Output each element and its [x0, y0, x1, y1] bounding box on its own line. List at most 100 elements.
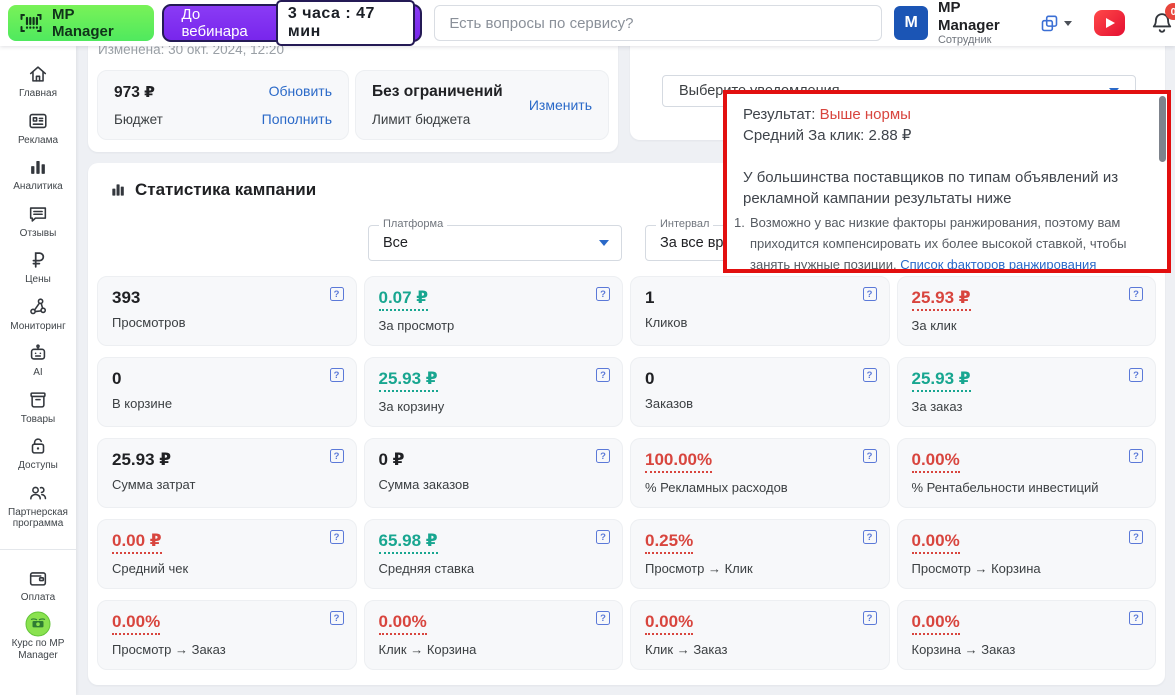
webinar-banner[interactable]: До вебинара 3 часа : 47 мин [162, 4, 423, 42]
chevron-down-icon [599, 240, 609, 246]
ruble-icon [27, 248, 49, 272]
stat-value[interactable]: 65.98 ₽ [379, 531, 438, 554]
service-question-input[interactable] [434, 5, 882, 41]
stat-value[interactable]: 0.25% [645, 531, 693, 554]
budget-card: 973 ₽ Бюджет Обновить Пополнить [97, 70, 349, 140]
stat-value: 0 [112, 369, 121, 389]
help-icon[interactable]: ? [330, 449, 344, 463]
stat-value[interactable]: 25.93 ₽ [912, 288, 971, 311]
stat-label: Просмотр → Заказ [112, 642, 342, 657]
app-logo[interactable]: MP Manager [8, 5, 154, 41]
stat-value[interactable]: 0.00% [912, 450, 960, 473]
stat-label: Сумма заказов [379, 477, 609, 492]
sidebar-item-access[interactable]: Доступы [2, 434, 74, 472]
help-icon[interactable]: ? [863, 530, 877, 544]
sidebar-item-course[interactable]: Курс по MP Manager [2, 612, 74, 661]
change-limit-link[interactable]: Изменить [529, 97, 592, 113]
ranking-factors-link[interactable]: Список факторов ранжирования [900, 257, 1096, 272]
stat-value: 0 ₽ [379, 450, 405, 470]
webinar-label: До вебинара [182, 6, 264, 40]
sidebar-item-label: Товары [21, 414, 55, 426]
help-icon[interactable]: ? [596, 530, 610, 544]
user-cluster: M MP Manager Сотрудник 0 [894, 0, 1175, 47]
stat-value[interactable]: 0.00% [645, 612, 693, 635]
avatar[interactable]: M [894, 6, 928, 40]
help-icon[interactable]: ? [596, 611, 610, 625]
stat-card: 0.00% ? Клик → Корзина [364, 600, 624, 670]
top-header: MP Manager До вебинара 3 часа : 47 мин M… [0, 0, 1175, 46]
stat-label: Просмотров [112, 315, 342, 330]
sidebar-item-reviews[interactable]: Отзывы [2, 202, 74, 240]
sidebar-item-label: Главная [19, 88, 57, 100]
help-icon[interactable]: ? [330, 368, 344, 382]
help-icon[interactable]: ? [863, 368, 877, 382]
stat-value[interactable]: 0.00% [379, 612, 427, 635]
sidebar-item-home[interactable]: Главная [2, 62, 74, 100]
stat-label: За заказ [912, 399, 1142, 414]
sidebar-item-label: Оплата [21, 592, 55, 604]
lock-icon [27, 434, 49, 458]
barcode-icon [18, 12, 44, 34]
help-icon[interactable]: ? [863, 287, 877, 301]
stat-value[interactable]: 0.00% [912, 531, 960, 554]
help-icon[interactable]: ? [1129, 287, 1143, 301]
sidebar-item-prices[interactable]: Цены [2, 248, 74, 286]
sidebar-item-label: Доступы [18, 460, 58, 472]
stat-value: 25.93 ₽ [112, 450, 171, 470]
help-icon[interactable]: ? [1129, 449, 1143, 463]
help-icon[interactable]: ? [596, 368, 610, 382]
stat-value[interactable]: 25.93 ₽ [379, 369, 438, 392]
stat-value[interactable]: 0.00% [912, 612, 960, 635]
stat-label: Заказов [645, 396, 875, 411]
wallet-icon [27, 566, 49, 590]
sidebar-item-ads[interactable]: Реклама [2, 109, 74, 147]
user-name: MP Manager [938, 0, 1025, 34]
notifications-button[interactable]: 0 [1149, 10, 1175, 36]
stat-value[interactable]: 0.00 ₽ [112, 531, 162, 554]
help-icon[interactable]: ? [330, 611, 344, 625]
sidebar-item-ai[interactable]: AI [2, 341, 74, 379]
account-switcher[interactable] [1039, 13, 1072, 34]
tooltip-scrollbar[interactable] [1159, 96, 1166, 162]
platform-select-value: Все [383, 226, 408, 260]
help-icon[interactable]: ? [596, 449, 610, 463]
tooltip-list-item: 1. Возможно у вас низкие факторы ранжиро… [734, 213, 1145, 273]
help-icon[interactable]: ? [863, 449, 877, 463]
help-icon[interactable]: ? [596, 287, 610, 301]
stat-card: 0.00% ? Просмотр → Корзина [897, 519, 1157, 589]
sidebar-item-analytics[interactable]: Аналитика [2, 155, 74, 193]
stat-label: Просмотр → Клик [645, 561, 875, 576]
stat-card: 0 ? Заказов [630, 357, 890, 427]
stat-value: 1 [645, 288, 654, 308]
stats-title: Статистика кампании [135, 180, 316, 200]
platform-select[interactable]: Платформа Все [368, 225, 622, 261]
help-icon[interactable]: ? [1129, 368, 1143, 382]
tooltip-result-value: Выше нормы [820, 106, 911, 123]
main-content: Изменена: 30 окт. 2024, 12:20 973 ₽ Бюдж… [76, 46, 1175, 695]
sidebar-item-partners[interactable]: Партнерская программа [2, 481, 74, 530]
help-icon[interactable]: ? [1129, 530, 1143, 544]
sidebar-item-monitoring[interactable]: Мониторинг [2, 295, 74, 333]
video-channel-button[interactable] [1094, 10, 1125, 36]
help-icon[interactable]: ? [330, 287, 344, 301]
stat-value[interactable]: 25.93 ₽ [912, 369, 971, 392]
refresh-budget-link[interactable]: Обновить [269, 83, 332, 99]
help-icon[interactable]: ? [1129, 611, 1143, 625]
platform-select-label: Платформа [379, 218, 447, 230]
user-menu[interactable]: MP Manager Сотрудник [938, 0, 1025, 47]
help-icon[interactable]: ? [863, 611, 877, 625]
box-icon [27, 388, 49, 412]
stat-value[interactable]: 100.00% [645, 450, 712, 473]
tooltip-result-line: Результат: Выше нормы [743, 104, 1145, 125]
stat-card: 0 ? В корзине [97, 357, 357, 427]
topup-budget-link[interactable]: Пополнить [262, 111, 332, 127]
stat-value[interactable]: 0.07 ₽ [379, 288, 429, 311]
sidebar-item-payment[interactable]: Оплата [2, 566, 74, 604]
stats-grid: 393 ? Просмотров 0.07 ₽ ? За просмотр 1 … [97, 276, 1156, 670]
help-icon[interactable]: ? [330, 530, 344, 544]
tooltip-list-number: 1. [734, 213, 750, 273]
webinar-timer: 3 часа : 47 мин [276, 0, 415, 46]
tooltip-list-text: Возможно у вас низкие факторы ранжирован… [750, 213, 1145, 273]
stat-value[interactable]: 0.00% [112, 612, 160, 635]
sidebar-item-products[interactable]: Товары [2, 388, 74, 426]
